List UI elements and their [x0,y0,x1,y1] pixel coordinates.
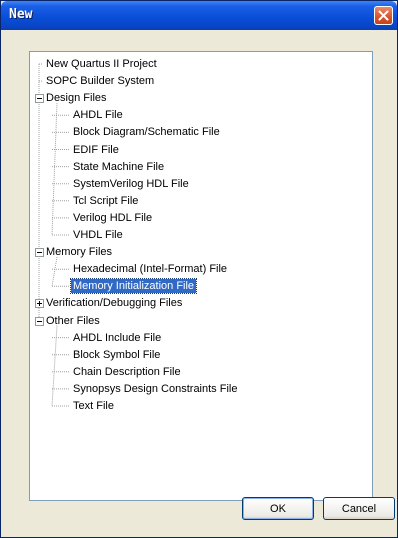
tree-folder[interactable]: Memory Files [44,245,114,259]
tree-item[interactable]: AHDL Include File [71,331,163,345]
ok-button[interactable]: OK [242,497,314,520]
tree-folder[interactable]: Verification/Debugging Files [44,296,184,310]
tree-item[interactable]: Synopsys Design Constraints File [71,382,239,396]
collapse-icon[interactable] [35,248,44,258]
tree-item[interactable]: Verilog HDL File [71,211,154,225]
tree-item[interactable]: Chain Description File [71,365,183,379]
collapse-icon[interactable] [35,316,44,326]
cancel-button[interactable]: Cancel [323,497,395,520]
tree-folder[interactable]: Other Files [44,314,102,328]
tree-connector [51,103,58,236]
tree-item[interactable]: Block Diagram/Schematic File [71,125,222,139]
tree-item[interactable]: VHDL File [71,228,125,242]
expand-icon[interactable] [35,299,44,309]
close-button[interactable] [374,6,393,25]
tree-item[interactable]: EDIF File [71,143,121,157]
tree-item[interactable]: State Machine File [71,160,166,174]
tree-item[interactable]: Tcl Script File [71,194,140,208]
title-bar[interactable]: New [1,1,397,30]
tree-item[interactable]: Block Symbol File [71,348,162,362]
new-dialog: New New Quartus II Project SOPC Builder S… [0,0,398,538]
tree-item[interactable]: Memory Initialization File [69,278,198,295]
tree-item[interactable]: SystemVerilog HDL File [71,177,191,191]
tree-item[interactable]: Text File [71,399,116,413]
file-type-tree[interactable]: New Quartus II Project SOPC Builder Syste… [29,51,373,501]
tree-item[interactable]: New Quartus II Project [44,57,159,71]
tree-item[interactable]: AHDL File [71,108,125,122]
tree-connector [51,257,58,287]
tree-folder[interactable]: Design Files [44,91,109,105]
tree-item[interactable]: Hexadecimal (Intel-Format) File [71,262,229,276]
collapse-icon[interactable] [35,94,44,104]
close-icon [378,10,389,21]
dialog-title: New [9,7,33,22]
tree-item[interactable]: SOPC Builder System [44,74,156,88]
